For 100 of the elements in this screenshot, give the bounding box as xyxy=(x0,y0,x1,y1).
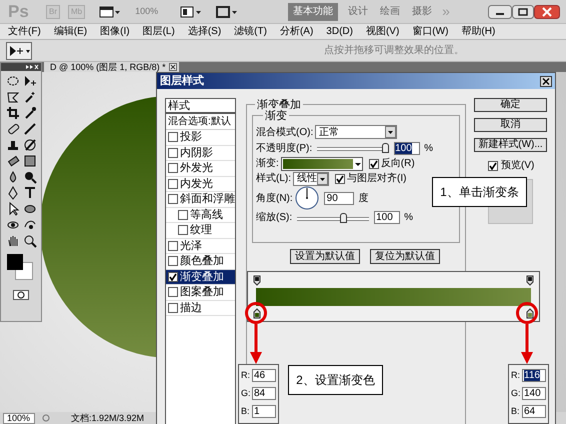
checkbox[interactable] xyxy=(178,210,188,220)
list-item[interactable]: 外发光 xyxy=(166,161,235,176)
list-item[interactable]: 光泽 xyxy=(166,238,235,254)
eyedropper-icon[interactable] xyxy=(22,106,36,120)
menu-item[interactable]: 3D(D) xyxy=(326,24,353,39)
type-icon[interactable] xyxy=(22,186,36,200)
checkbox[interactable] xyxy=(368,158,379,168)
menu-item[interactable]: 编辑(E) xyxy=(54,24,88,39)
angle-dial-icon[interactable] xyxy=(294,186,319,210)
menu-item[interactable]: 文件(F) xyxy=(8,24,41,39)
color-stop-icon[interactable] xyxy=(253,308,261,319)
close-icon[interactable] xyxy=(534,4,560,18)
input-field[interactable]: 116 xyxy=(522,369,546,382)
hand-icon[interactable] xyxy=(6,234,20,248)
lasso-icon[interactable] xyxy=(6,90,20,104)
checkbox[interactable] xyxy=(168,163,178,174)
gradient-icon[interactable] xyxy=(22,154,36,168)
menu-item[interactable]: 帮助(H) xyxy=(461,24,496,39)
dialog-button[interactable]: 设置为默认值 xyxy=(290,249,360,264)
unit-label: % xyxy=(404,211,414,225)
stamp-icon[interactable] xyxy=(6,138,20,152)
workspace-tab[interactable]: 摄影 xyxy=(410,2,434,20)
dropdown[interactable]: 线性 xyxy=(293,172,329,186)
layout-icon[interactable] xyxy=(180,6,202,18)
check-icon xyxy=(489,162,497,170)
input-field[interactable]: 84 xyxy=(252,387,276,400)
menu-item[interactable]: 图像(I) xyxy=(100,24,130,39)
input-field[interactable]: 1 xyxy=(252,405,276,418)
menu-item[interactable]: 滤镜(T) xyxy=(234,24,267,39)
checkbox[interactable] xyxy=(168,132,178,142)
list-item[interactable]: 等高线 xyxy=(166,208,235,223)
restore-icon[interactable] xyxy=(512,4,534,18)
pen-icon[interactable] xyxy=(6,186,20,200)
dodge-icon[interactable] xyxy=(22,170,36,184)
list-item[interactable]: 混合选项:默认 xyxy=(166,114,235,130)
list-item[interactable]: 斜面和浮雕 xyxy=(166,192,235,208)
ellipse-shape-icon[interactable] xyxy=(22,202,36,216)
dialog-button[interactable]: 取消 xyxy=(474,118,547,132)
quick-mask-icon[interactable] xyxy=(13,290,29,300)
checkbox[interactable] xyxy=(168,240,178,251)
magic-wand-icon[interactable] xyxy=(22,90,36,104)
workspace-tab[interactable]: 设计 xyxy=(346,2,370,20)
crop-icon[interactable] xyxy=(6,106,20,120)
move-arrow-icon[interactable] xyxy=(22,74,36,88)
menu-item[interactable]: 分析(A) xyxy=(280,24,314,39)
input-field[interactable]: 64 xyxy=(522,405,546,418)
checkbox[interactable] xyxy=(335,174,345,184)
menu-item[interactable]: 选择(S) xyxy=(188,24,222,39)
dialog-button[interactable]: 新建样式(W)... xyxy=(474,138,547,152)
gradient-picker[interactable] xyxy=(280,156,363,170)
slider-thumb[interactable] xyxy=(382,143,390,153)
foreground-color-swatch[interactable] xyxy=(7,254,23,270)
workspace-tab[interactable]: 绘画 xyxy=(378,2,402,20)
checkbox[interactable] xyxy=(168,178,178,189)
document-tab[interactable]: D @ 100% (图层 1, RGB/8) * xyxy=(44,62,179,72)
minimize-icon[interactable] xyxy=(488,4,512,18)
input-field[interactable]: 140 xyxy=(522,387,546,400)
list-item[interactable]: 投影 xyxy=(166,130,235,146)
checkbox[interactable] xyxy=(168,287,178,298)
checkbox[interactable] xyxy=(178,225,188,236)
list-item[interactable]: 渐变叠加 xyxy=(166,270,235,285)
checkbox[interactable] xyxy=(168,194,178,204)
history-brush-icon[interactable] xyxy=(22,138,36,152)
ellipse-marquee-icon[interactable] xyxy=(6,74,20,88)
zoom-field[interactable]: 100% xyxy=(3,412,35,424)
workspace-tab[interactable]: 基本功能 xyxy=(288,2,338,20)
brush-icon[interactable] xyxy=(22,122,36,136)
list-item[interactable]: 描边 xyxy=(166,300,235,316)
opacity-stop-icon[interactable] xyxy=(526,275,534,286)
list-item[interactable]: 纹理 xyxy=(166,223,235,238)
checkbox[interactable] xyxy=(168,272,178,282)
menu-item[interactable]: 窗口(W) xyxy=(412,24,448,39)
checkbox[interactable] xyxy=(168,148,178,158)
input-field[interactable]: 46 xyxy=(252,369,276,382)
gradient-swatch[interactable] xyxy=(282,158,354,170)
checkbox[interactable] xyxy=(488,160,498,170)
dialog-button[interactable]: 确定 xyxy=(474,98,547,112)
move-tool-icon[interactable] xyxy=(6,42,32,60)
screen-mode-icon[interactable] xyxy=(99,6,122,18)
hint-text: 点按并拖移可调整效果的位置。 xyxy=(324,44,464,58)
close-icon[interactable] xyxy=(540,76,552,86)
input-field[interactable]: 90 xyxy=(324,192,354,204)
collapse-icon[interactable] xyxy=(25,64,39,70)
frame-icon[interactable] xyxy=(216,6,238,18)
slider-thumb[interactable] xyxy=(340,212,347,222)
menu-item[interactable]: 视图(V) xyxy=(366,24,400,39)
color-stop-icon[interactable] xyxy=(526,308,534,319)
checkbox[interactable] xyxy=(168,256,178,266)
menu-item[interactable]: 图层(L) xyxy=(142,24,175,39)
list-item[interactable]: 内发光 xyxy=(166,176,235,192)
zoom-icon[interactable] xyxy=(22,234,36,248)
close-icon[interactable] xyxy=(168,63,177,71)
dropdown[interactable]: 正常 xyxy=(315,125,398,139)
checkbox[interactable] xyxy=(168,302,178,313)
list-item[interactable]: 内阴影 xyxy=(166,146,235,161)
opacity-stop-icon[interactable] xyxy=(253,275,261,286)
list-item[interactable]: 图案叠加 xyxy=(166,285,235,300)
dialog-button[interactable]: 复位为默认值 xyxy=(370,249,440,264)
input-field[interactable]: 100 xyxy=(394,142,420,154)
input-field[interactable]: 100 xyxy=(374,211,400,224)
